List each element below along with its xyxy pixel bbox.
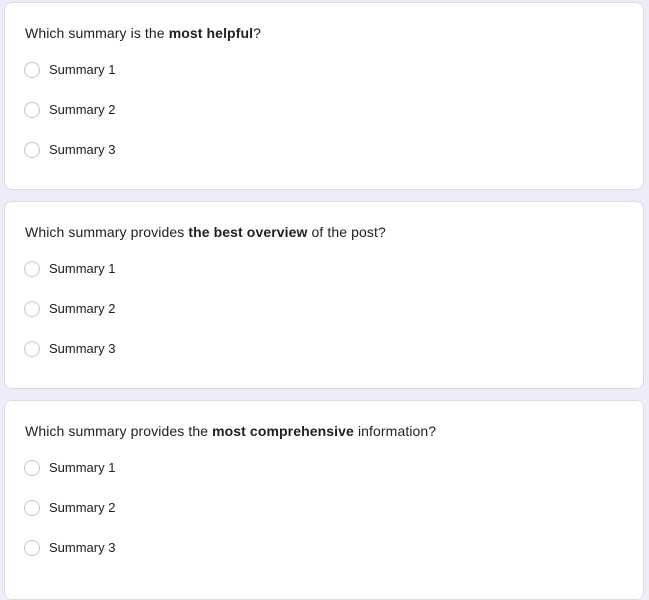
radio-option-label[interactable]: Summary 3 xyxy=(49,142,115,158)
radio-button-icon[interactable] xyxy=(24,301,40,317)
radio-option-summary-1[interactable]: Summary 1 xyxy=(24,259,115,279)
question-text-end: of the post? xyxy=(307,224,386,240)
radio-button-icon[interactable] xyxy=(24,341,40,357)
question-title: Which summary provides the most comprehe… xyxy=(25,422,436,440)
radio-button-icon[interactable] xyxy=(24,142,40,158)
radio-option-summary-3[interactable]: Summary 3 xyxy=(24,339,115,359)
radio-option-summary-3[interactable]: Summary 3 xyxy=(24,140,115,160)
radio-option-summary-1[interactable]: Summary 1 xyxy=(24,60,115,80)
radio-button-icon[interactable] xyxy=(24,540,40,556)
radio-button-icon[interactable] xyxy=(24,500,40,516)
question-text-emphasis: the best overview xyxy=(188,224,308,240)
question-card-most-comprehensive: Which summary provides the most comprehe… xyxy=(4,400,644,600)
radio-option-summary-3[interactable]: Summary 3 xyxy=(24,538,115,558)
radio-option-summary-2[interactable]: Summary 2 xyxy=(24,299,115,319)
question-text-emphasis: most helpful xyxy=(168,25,254,41)
question-text-end: information? xyxy=(353,423,437,439)
radio-option-label[interactable]: Summary 3 xyxy=(49,540,115,556)
radio-button-icon[interactable] xyxy=(24,261,40,277)
radio-option-label[interactable]: Summary 2 xyxy=(49,500,115,516)
radio-option-label[interactable]: Summary 2 xyxy=(49,102,115,118)
radio-option-summary-2[interactable]: Summary 2 xyxy=(24,498,115,518)
question-card-best-overview: Which summary provides the best overview… xyxy=(4,201,644,389)
radio-option-summary-1[interactable]: Summary 1 xyxy=(24,458,115,478)
radio-button-icon[interactable] xyxy=(24,460,40,476)
question-text-start: Which summary provides xyxy=(25,224,189,240)
question-text-end: ? xyxy=(253,25,261,41)
question-text-emphasis: most comprehensive xyxy=(212,423,354,439)
radio-option-label[interactable]: Summary 1 xyxy=(49,261,115,277)
radio-option-label[interactable]: Summary 2 xyxy=(49,301,115,317)
radio-option-label[interactable]: Summary 1 xyxy=(49,62,115,78)
radio-button-icon[interactable] xyxy=(24,62,40,78)
radio-option-label[interactable]: Summary 3 xyxy=(49,341,115,357)
radio-option-summary-2[interactable]: Summary 2 xyxy=(24,100,115,120)
radio-option-label[interactable]: Summary 1 xyxy=(49,460,115,476)
question-text-start: Which summary provides the xyxy=(25,423,213,439)
question-text-start: Which summary is the xyxy=(25,25,169,41)
question-title: Which summary provides the best overview… xyxy=(25,223,386,241)
radio-button-icon[interactable] xyxy=(24,102,40,118)
question-title: Which summary is the most helpful? xyxy=(25,24,261,42)
question-card-most-helpful: Which summary is the most helpful? Summa… xyxy=(4,2,644,190)
